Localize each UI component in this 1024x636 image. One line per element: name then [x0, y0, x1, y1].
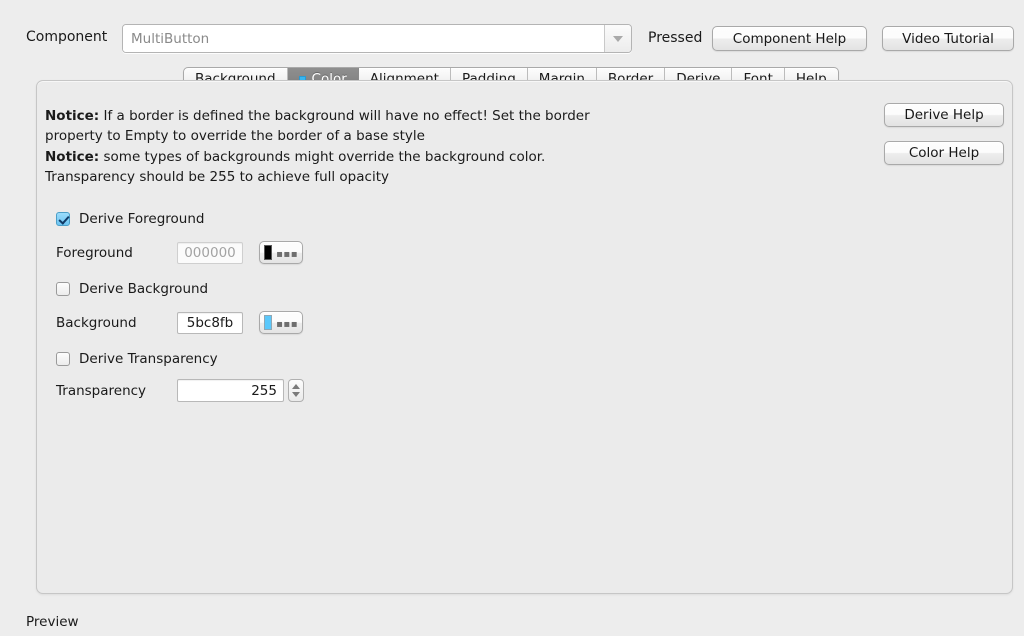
notice-text: If a border is defined the background wi… [45, 108, 590, 144]
transparency-row: Transparency [56, 379, 304, 402]
background-row: Background ▪▪▪ [56, 311, 303, 334]
notice-border: Notice: If a border is defined the backg… [45, 107, 615, 146]
derive-transparency-label: Derive Transparency [79, 351, 218, 367]
ellipsis-icon: ▪▪▪ [276, 318, 298, 330]
derive-transparency-row[interactable]: Derive Transparency [56, 351, 218, 367]
transparency-stepper[interactable] [288, 379, 304, 402]
background-color-picker-button[interactable]: ▪▪▪ [259, 311, 303, 334]
foreground-hex-input[interactable] [177, 241, 243, 264]
ellipsis-icon: ▪▪▪ [276, 248, 298, 260]
transparency-input[interactable] [177, 379, 284, 402]
derive-background-label: Derive Background [79, 281, 209, 297]
component-state-label: Pressed [648, 30, 703, 46]
component-combobox[interactable] [122, 24, 632, 53]
preview-label: Preview [26, 614, 79, 630]
foreground-color-swatch [264, 245, 273, 260]
notice-prefix: Notice: [45, 149, 100, 165]
background-color-swatch [264, 315, 273, 330]
chevron-down-icon [613, 35, 623, 42]
foreground-label: Foreground [56, 244, 133, 261]
video-tutorial-button[interactable]: Video Tutorial [882, 26, 1014, 51]
foreground-color-picker-button[interactable]: ▪▪▪ [259, 241, 303, 264]
background-label: Background [56, 314, 137, 331]
color-settings-panel: Notice: If a border is defined the backg… [36, 80, 1013, 594]
component-dropdown-button[interactable] [604, 25, 631, 52]
derive-foreground-checkbox[interactable] [56, 212, 70, 226]
style-editor-window: Component Pressed Component Help Video T… [0, 0, 1024, 636]
stepper-up-icon[interactable] [292, 384, 300, 389]
derive-background-checkbox[interactable] [56, 282, 70, 296]
background-hex-input[interactable] [177, 311, 243, 334]
component-help-button[interactable]: Component Help [712, 26, 867, 51]
derive-help-button[interactable]: Derive Help [884, 103, 1004, 127]
derive-foreground-row[interactable]: Derive Foreground [56, 211, 204, 227]
color-help-button[interactable]: Color Help [884, 141, 1004, 165]
notice-transparency: Notice: some types of backgrounds might … [45, 148, 615, 187]
top-toolbar: Component Pressed Component Help Video T… [0, 0, 1024, 62]
notice-text: some types of backgrounds might override… [45, 149, 546, 185]
derive-transparency-checkbox[interactable] [56, 352, 70, 366]
notice-prefix: Notice: [45, 108, 100, 124]
foreground-row: Foreground ▪▪▪ [56, 241, 303, 264]
transparency-label: Transparency [56, 382, 147, 399]
derive-foreground-label: Derive Foreground [79, 211, 205, 227]
derive-background-row[interactable]: Derive Background [56, 281, 208, 297]
component-input[interactable] [123, 25, 604, 52]
stepper-down-icon[interactable] [292, 392, 300, 397]
component-label: Component [26, 29, 108, 45]
